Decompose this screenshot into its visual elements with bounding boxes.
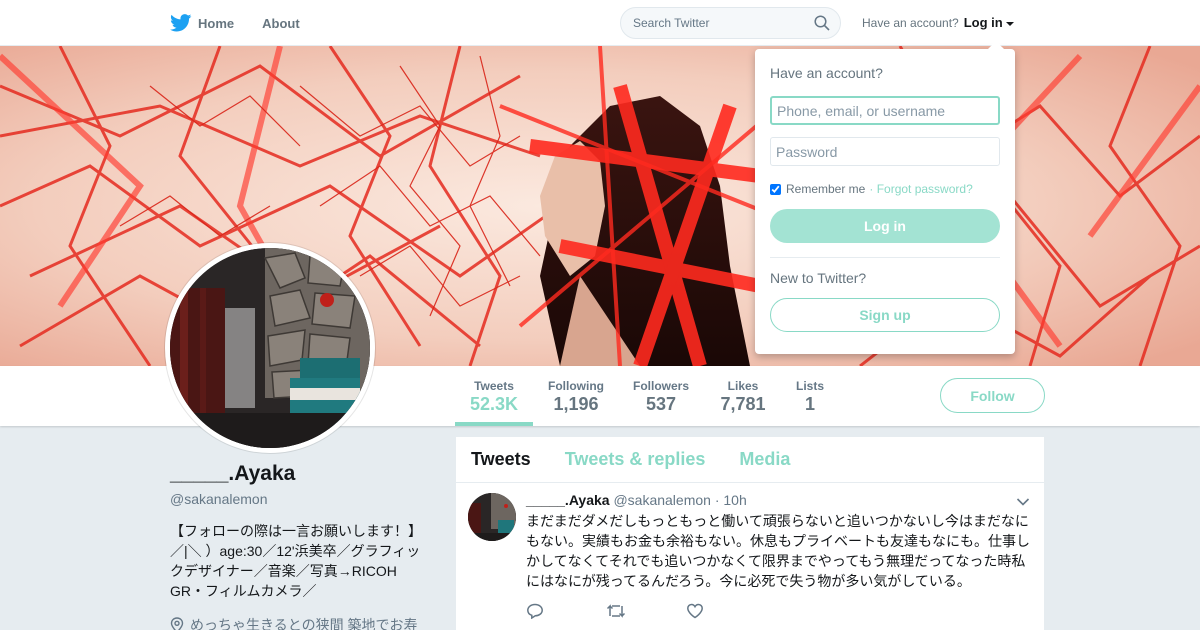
new-to-twitter-text: New to Twitter? (770, 270, 867, 286)
avatar-image (170, 248, 370, 448)
tweet-header: _____.Ayaka @sakanalemon · 10h (526, 492, 1029, 508)
login-button[interactable]: Log in (770, 209, 1000, 243)
retweet-button[interactable] (606, 603, 686, 624)
stat-likes[interactable]: Likes 7,781 (716, 366, 770, 426)
search-input[interactable] (621, 8, 801, 38)
have-account-text: Have an account? (862, 15, 959, 30)
profile-bio: 【フォローの際は一言お願いします！】／|＼ ）age:30／12'浜美卒／グラフ… (170, 523, 422, 599)
tab-tweets-replies[interactable]: Tweets & replies (565, 449, 706, 470)
login-toggle-label: Log in (963, 15, 1003, 30)
profile-location-text: めっちゃ生きるとの狭間 築地でお寿 (190, 617, 418, 630)
nav-left: Home About (170, 0, 328, 46)
tweet-author-name[interactable]: _____.Ayaka (526, 492, 610, 508)
search-box (620, 7, 841, 39)
tweet-actions (526, 603, 1029, 624)
dropdown-arrow (988, 41, 1004, 49)
reply-icon (527, 603, 543, 620)
stat-label: Followers (632, 379, 689, 393)
timeline: Tweets Tweets & replies Media _____.Ayak… (456, 437, 1044, 630)
stat-tweets[interactable]: Tweets 52.3K (455, 366, 533, 426)
reply-button[interactable] (526, 603, 606, 624)
remember-row: Remember me · Forgot password? (770, 182, 1000, 196)
forgot-password-link[interactable]: · Forgot password? (869, 182, 972, 196)
stat-following[interactable]: Following 1,196 (545, 366, 607, 426)
tab-tweets[interactable]: Tweets (471, 449, 531, 470)
stat-value: 1 (804, 394, 815, 414)
stat-followers[interactable]: Followers 537 (630, 366, 692, 426)
login-dropdown: Have an account? Remember me · Forgot pa… (755, 41, 1015, 354)
stat-value: 52.3K (469, 394, 519, 414)
login-dropdown-toggle[interactable]: Log in (964, 15, 1014, 30)
password-field[interactable] (770, 137, 1000, 166)
search-icon[interactable] (814, 15, 830, 31)
username-field[interactable] (770, 96, 1000, 125)
timeline-tabs: Tweets Tweets & replies Media (456, 437, 1044, 483)
twitter-bird-icon (170, 14, 192, 32)
remember-checkbox[interactable] (770, 183, 781, 195)
nav-home[interactable]: Home (170, 14, 234, 32)
retweet-icon (606, 604, 626, 618)
profile-sidebar: _____.Ayaka @sakanalemon 【フォローの際は一言お願いしま… (170, 462, 430, 630)
profile-location: めっちゃ生きるとの狭間 築地でお寿 (170, 615, 430, 630)
like-icon (687, 603, 703, 619)
stat-label: Likes (727, 379, 759, 393)
caret-down-icon (1005, 21, 1014, 26)
tweet-author-handle[interactable]: @sakanalemon (613, 492, 711, 508)
tweet-text: まだまだダメだしもっともっと働いて頑張らないと追いつかないし今はまだなにもない。… (526, 513, 1030, 589)
stat-value: 1,196 (553, 394, 599, 414)
tab-media[interactable]: Media (739, 449, 790, 470)
tweet[interactable]: _____.Ayaka @sakanalemon · 10h まだまだダメだしも… (456, 483, 1044, 624)
top-navigation: Home About Have an account? Log in (0, 0, 1200, 46)
tweet-avatar[interactable] (468, 493, 516, 541)
like-button[interactable] (686, 603, 766, 624)
chevron-down-icon[interactable] (1016, 497, 1030, 507)
stat-label: Lists (795, 379, 824, 393)
dropdown-heading: Have an account? (770, 65, 883, 81)
nav-about[interactable]: About (262, 16, 300, 31)
stat-lists[interactable]: Lists 1 (790, 366, 830, 426)
tweet-avatar-image (468, 493, 516, 541)
stat-label: Tweets (474, 379, 514, 393)
nav-home-label: Home (198, 15, 235, 31)
profile-handle[interactable]: @sakanalemon (170, 491, 430, 507)
tweet-timestamp[interactable]: · 10h (715, 492, 747, 508)
follow-button[interactable]: Follow (940, 378, 1045, 413)
stat-label: Following (548, 379, 604, 393)
profile-display-name[interactable]: _____.Ayaka (170, 462, 430, 486)
account-area: Have an account? Log in (862, 15, 1014, 30)
nav-about-label: About (262, 15, 300, 31)
stat-value: 537 (645, 394, 677, 414)
stat-value: 7,781 (720, 394, 766, 414)
avatar[interactable] (165, 243, 375, 453)
dropdown-divider (770, 257, 1000, 258)
signup-button[interactable]: Sign up (770, 298, 1000, 332)
remember-label[interactable]: Remember me (786, 182, 865, 196)
location-pin-icon (170, 617, 184, 630)
